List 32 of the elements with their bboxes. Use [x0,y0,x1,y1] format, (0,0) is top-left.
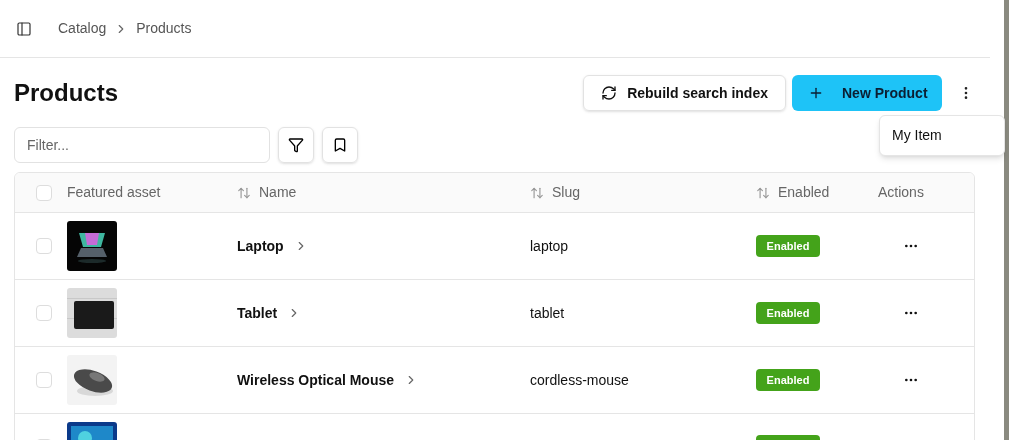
slug-text: cordless-mouse [530,371,629,388]
status-badge: Enabled [756,235,820,257]
slug-text: tablet [530,304,565,321]
new-product-button[interactable]: New Product [792,75,942,111]
column-header[interactable]: Slug [552,182,581,203]
menu-item[interactable]: My Item [892,125,942,146]
product-name-link[interactable]: Tablet [237,302,278,324]
select-all-checkbox[interactable] [36,184,52,201]
row-checkbox[interactable] [36,238,52,254]
status-badge: Enabled [756,302,820,324]
bookmark-icon [332,137,348,153]
column-header: Actions [878,183,924,202]
bookmark-button[interactable] [322,127,358,163]
plus-icon [808,85,824,101]
row-checkbox[interactable] [36,305,52,321]
product-name-link[interactable]: Laptop [237,235,284,257]
status-badge: Enabled [756,369,820,391]
page-title: Products [14,78,119,108]
breadcrumb-link[interactable]: Products [136,18,192,39]
column-header: Featured asset [67,183,161,202]
product-name-link[interactable]: Wireless Optical Mouse [237,369,395,391]
filter-field[interactable]: Filter... [14,127,270,163]
rebuild-search-index-button[interactable]: Rebuild search index [583,75,786,111]
row-checkbox[interactable] [36,372,52,388]
column-header[interactable]: Name [259,182,297,203]
breadcrumb-link[interactable]: Catalog [58,18,107,39]
column-header[interactable]: Enabled [778,182,830,203]
filter-button[interactable] [278,127,314,163]
refresh-icon [601,85,618,101]
filter-icon [288,137,304,153]
sidebar-toggle-icon[interactable] [16,20,32,37]
slug-text: laptop [530,237,569,254]
